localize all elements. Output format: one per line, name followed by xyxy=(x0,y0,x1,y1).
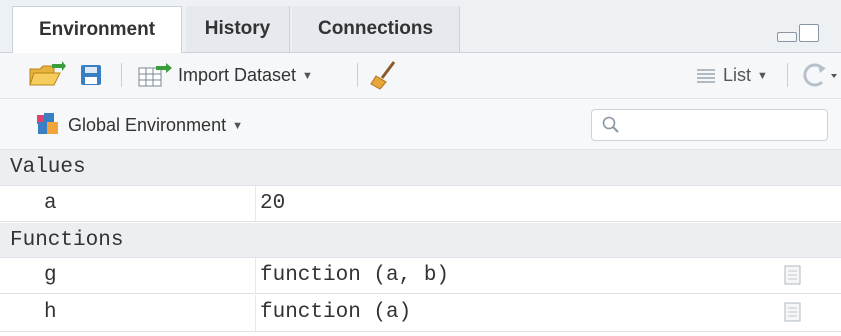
toolbar-separator xyxy=(357,63,358,87)
column-divider xyxy=(255,186,256,221)
save-icon[interactable] xyxy=(80,64,102,86)
chevron-down-icon: ▼ xyxy=(757,70,768,83)
chevron-down-icon: ▼ xyxy=(302,70,313,83)
column-divider xyxy=(255,295,256,331)
variable-name: h xyxy=(44,301,57,324)
search-icon xyxy=(602,116,620,134)
import-dataset-icon[interactable] xyxy=(138,63,174,87)
view-function-icon[interactable] xyxy=(784,300,802,322)
environment-label: Global Environment xyxy=(68,115,227,135)
broom-icon[interactable] xyxy=(370,60,398,90)
refresh-icon[interactable] xyxy=(800,62,838,88)
view-mode-dropdown[interactable]: List ▼ xyxy=(723,65,768,86)
variable-value: function (a, b) xyxy=(260,264,450,287)
section-header-values: Values xyxy=(0,150,841,186)
variable-value: 20 xyxy=(260,192,286,215)
tab-history[interactable]: History xyxy=(186,6,290,52)
environment-selector-bar: Global Environment ▼ xyxy=(0,99,841,150)
section-header-functions: Functions xyxy=(0,223,841,258)
environment-dropdown[interactable]: Global Environment ▼ xyxy=(68,115,243,136)
environment-toolbar: Import Dataset ▼ List ▼ xyxy=(0,53,841,99)
toolbar-separator xyxy=(121,63,122,87)
view-mode-label: List xyxy=(723,65,752,85)
pane-tab-bar: Environment History Connections xyxy=(0,0,841,53)
list-view-icon xyxy=(697,68,715,84)
variable-value: function (a) xyxy=(260,301,412,324)
tab-environment[interactable]: Environment xyxy=(12,6,182,53)
search-input[interactable] xyxy=(626,114,820,138)
variable-name: a xyxy=(44,192,57,215)
maximize-pane-button[interactable] xyxy=(799,24,819,42)
chevron-down-icon: ▼ xyxy=(232,120,243,133)
window-controls xyxy=(777,24,821,44)
table-row[interactable]: h function (a) xyxy=(0,295,841,332)
search-box xyxy=(591,109,828,141)
import-dataset-button[interactable]: Import Dataset ▼ xyxy=(178,65,313,86)
tab-connections[interactable]: Connections xyxy=(292,6,460,52)
import-dataset-label: Import Dataset xyxy=(178,65,297,85)
column-divider xyxy=(255,258,256,293)
variable-name: g xyxy=(44,264,57,287)
open-folder-icon[interactable] xyxy=(28,61,66,89)
minimize-pane-button[interactable] xyxy=(777,32,797,42)
environment-icon xyxy=(36,113,60,135)
view-function-icon[interactable] xyxy=(784,263,802,285)
table-row[interactable]: a 20 xyxy=(0,186,841,222)
section-title: Functions xyxy=(10,229,124,252)
table-row[interactable]: g function (a, b) xyxy=(0,258,841,294)
section-title: Values xyxy=(10,156,86,179)
toolbar-separator xyxy=(787,63,788,87)
